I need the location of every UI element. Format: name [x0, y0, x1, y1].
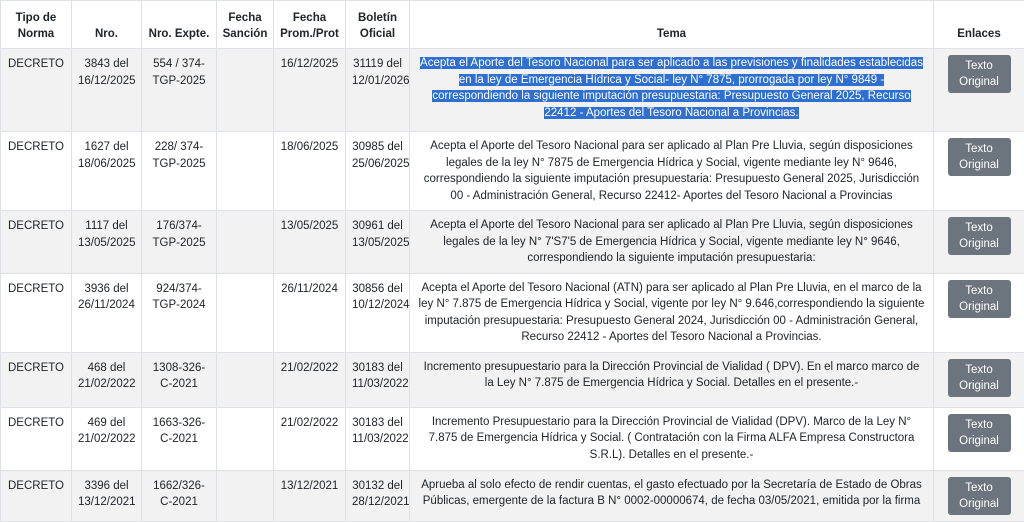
col-header-enlaces: Enlaces [934, 1, 1024, 49]
cell-sancion [217, 273, 274, 352]
tema-text: Acepta el Aporte del Tesoro Nacional par… [420, 57, 923, 119]
cell-boletin: 30856 del 10/12/2024 [346, 273, 410, 352]
col-header-boletin: Boletín Oficial [346, 1, 410, 49]
cell-prom: 21/02/2022 [274, 407, 346, 470]
cell-prom: 18/06/2025 [274, 132, 346, 211]
cell-prom: 13/05/2025 [274, 211, 346, 274]
cell-tipo: DECRETO [1, 132, 72, 211]
col-header-tema: Tema [410, 1, 934, 49]
cell-enlaces: Texto Original [934, 273, 1024, 352]
cell-nro: 468 del 21/02/2022 [72, 352, 142, 407]
cell-tipo: DECRETO [1, 470, 72, 521]
cell-tipo: DECRETO [1, 407, 72, 470]
cell-tema: Acepta el Aporte del Tesoro Nacional par… [410, 49, 934, 132]
cell-boletin: 30985 del 25/06/2025 [346, 132, 410, 211]
col-header-expte: Nro. Expte. [142, 1, 217, 49]
tema-text: Acepta el Aporte del Tesoro Nacional par… [430, 219, 912, 264]
cell-expte: 924/374-TGP-2024 [142, 273, 217, 352]
cell-boletin: 31119 del 12/01/2026 [346, 49, 410, 132]
cell-enlaces: Texto Original [934, 470, 1024, 521]
normas-table: Tipo de Norma Nro. Nro. Expte. Fecha San… [0, 0, 1024, 522]
cell-prom: 16/12/2025 [274, 49, 346, 132]
cell-expte: 176/374-TGP-2025 [142, 211, 217, 274]
cell-tema: Acepta el Aporte del Tesoro Nacional par… [410, 211, 934, 274]
tema-text: Aprueba al solo efecto de rendir cuentas… [421, 479, 922, 508]
tema-text: Acepta el Aporte del Tesoro Nacional par… [424, 140, 919, 202]
cell-tipo: DECRETO [1, 352, 72, 407]
cell-boletin: 30183 del 11/03/2022 [346, 407, 410, 470]
col-header-nro: Nro. [72, 1, 142, 49]
table-row: DECRETO3396 del 13/12/20211662/326-C-202… [1, 470, 1024, 521]
cell-enlaces: Texto Original [934, 352, 1024, 407]
table-row: DECRETO3936 del 26/11/2024924/374-TGP-20… [1, 273, 1024, 352]
table-header-row: Tipo de Norma Nro. Nro. Expte. Fecha San… [1, 1, 1024, 49]
cell-tema: Incremento Presupuestario para la Direcc… [410, 407, 934, 470]
table-row: DECRETO469 del 21/02/20221663-326-C-2021… [1, 407, 1024, 470]
col-header-sancion: Fecha Sanción [217, 1, 274, 49]
cell-expte: 554 / 374-TGP-2025 [142, 49, 217, 132]
cell-tema: Acepta el Aporte del Tesoro Nacional par… [410, 132, 934, 211]
cell-boletin: 30183 del 11/03/2022 [346, 352, 410, 407]
cell-tema: Incremento presupuestario para la Direcc… [410, 352, 934, 407]
cell-expte: 1308-326-C-2021 [142, 352, 217, 407]
cell-prom: 26/11/2024 [274, 273, 346, 352]
col-header-tipo: Tipo de Norma [1, 1, 72, 49]
cell-prom: 21/02/2022 [274, 352, 346, 407]
cell-expte: 1663-326-C-2021 [142, 407, 217, 470]
cell-tipo: DECRETO [1, 49, 72, 132]
cell-prom: 13/12/2021 [274, 470, 346, 521]
cell-boletin: 30132 del 28/12/2021 [346, 470, 410, 521]
cell-sancion [217, 211, 274, 274]
cell-tema: Acepta el Aporte del Tesoro Nacional (AT… [410, 273, 934, 352]
cell-sancion [217, 352, 274, 407]
texto-original-button[interactable]: Texto Original [948, 414, 1011, 452]
cell-nro: 3396 del 13/12/2021 [72, 470, 142, 521]
cell-tipo: DECRETO [1, 273, 72, 352]
cell-nro: 3936 del 26/11/2024 [72, 273, 142, 352]
cell-enlaces: Texto Original [934, 132, 1024, 211]
cell-enlaces: Texto Original [934, 407, 1024, 470]
cell-nro: 3843 del 16/12/2025 [72, 49, 142, 132]
cell-boletin: 30961 del 13/05/2025 [346, 211, 410, 274]
cell-nro: 1627 del 18/06/2025 [72, 132, 142, 211]
cell-sancion [217, 132, 274, 211]
texto-original-button[interactable]: Texto Original [948, 280, 1011, 318]
cell-sancion [217, 407, 274, 470]
tema-text: Acepta el Aporte del Tesoro Nacional (AT… [419, 282, 925, 344]
texto-original-button[interactable]: Texto Original [948, 138, 1011, 176]
cell-tema: Aprueba al solo efecto de rendir cuentas… [410, 470, 934, 521]
tema-text: Incremento presupuestario para la Direcc… [424, 361, 920, 390]
tema-text: Incremento Presupuestario para la Direcc… [429, 416, 915, 461]
cell-expte: 228/ 374-TGP-2025 [142, 132, 217, 211]
cell-tipo: DECRETO [1, 211, 72, 274]
texto-original-button[interactable]: Texto Original [948, 359, 1011, 397]
col-header-prom: Fecha Prom./Prot [274, 1, 346, 49]
table-row: DECRETO3843 del 16/12/2025554 / 374-TGP-… [1, 49, 1024, 132]
texto-original-button[interactable]: Texto Original [948, 217, 1011, 255]
texto-original-button[interactable]: Texto Original [948, 55, 1011, 93]
table-body: DECRETO3843 del 16/12/2025554 / 374-TGP-… [1, 49, 1024, 522]
texto-original-button[interactable]: Texto Original [948, 477, 1011, 515]
cell-sancion [217, 470, 274, 521]
cell-nro: 1117 del 13/05/2025 [72, 211, 142, 274]
cell-expte: 1662/326-C-2021 [142, 470, 217, 521]
table-row: DECRETO1117 del 13/05/2025176/374-TGP-20… [1, 211, 1024, 274]
cell-enlaces: Texto Original [934, 49, 1024, 132]
table-row: DECRETO468 del 21/02/20221308-326-C-2021… [1, 352, 1024, 407]
cell-sancion [217, 49, 274, 132]
cell-nro: 469 del 21/02/2022 [72, 407, 142, 470]
cell-enlaces: Texto Original [934, 211, 1024, 274]
table-row: DECRETO1627 del 18/06/2025228/ 374-TGP-2… [1, 132, 1024, 211]
